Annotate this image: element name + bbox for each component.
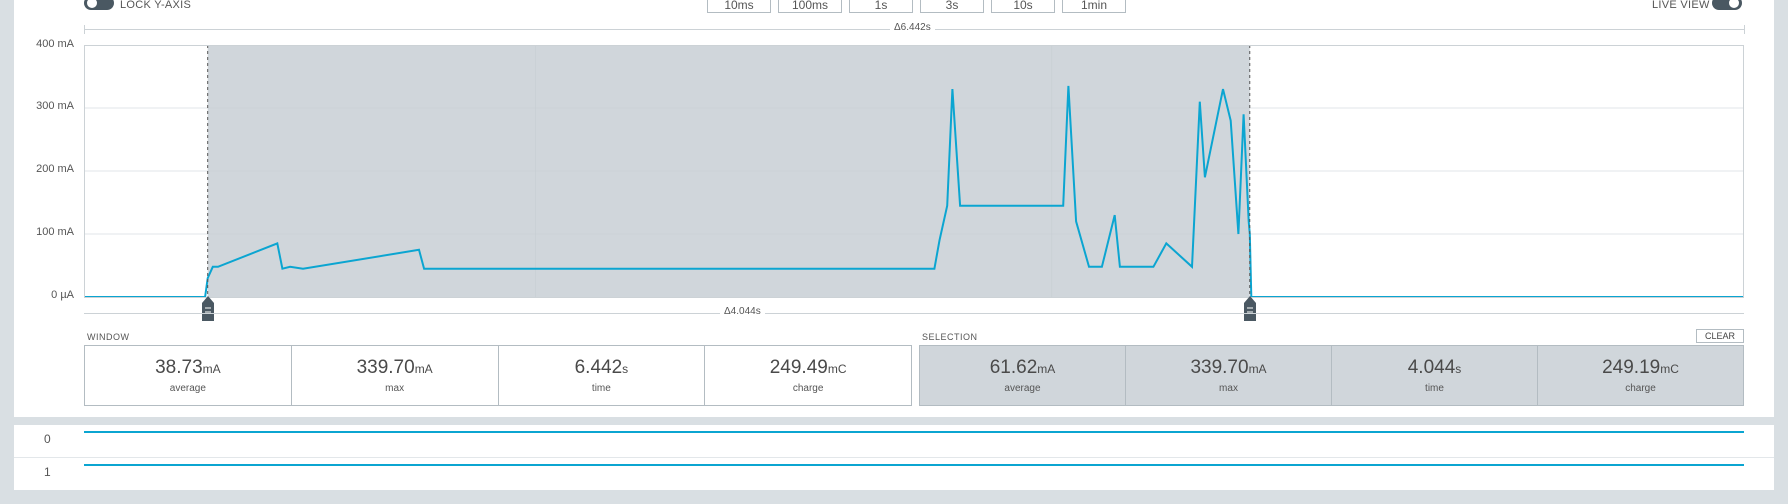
- window-stats: 38.73mA average 339.70mA max 6.442s time…: [84, 345, 912, 406]
- window-section-label: WINDOW: [87, 332, 130, 342]
- selection-charge-caption: charge: [1625, 383, 1656, 394]
- selection-average-unit: mA: [1037, 362, 1056, 376]
- digital-channel-divider: [14, 457, 1774, 458]
- y-tick-100: 100 mA: [36, 226, 74, 238]
- lock-y-axis-toggle[interactable]: [84, 0, 114, 10]
- lock-y-axis-label: LOCK Y-AXIS: [120, 0, 192, 11]
- window-button-1min[interactable]: 1min: [1062, 0, 1126, 13]
- selection-stats: 61.62mA average 339.70mA max 4.044s time…: [919, 345, 1744, 406]
- window-button-10s[interactable]: 10s: [991, 0, 1055, 13]
- y-tick-200: 200 mA: [36, 163, 74, 175]
- window-time-cell: 6.442s time: [499, 346, 706, 405]
- window-time-value: 6.442: [574, 357, 623, 378]
- y-tick-0: 0 µA: [51, 289, 74, 301]
- window-time-caption: time: [591, 383, 611, 394]
- window-max-cell: 339.70mA max: [292, 346, 499, 405]
- window-charge-unit: mC: [827, 362, 847, 376]
- window-charge-caption: charge: [792, 383, 824, 394]
- selection-max-caption: max: [1219, 383, 1238, 394]
- selection-charge-value: 249.19: [1602, 357, 1661, 378]
- window-button-1s[interactable]: 1s: [849, 0, 913, 13]
- window-button-10ms[interactable]: 10ms: [707, 0, 771, 13]
- selection-average-cell: 61.62mA average: [920, 346, 1126, 405]
- live-view-label: LIVE VIEW: [1652, 0, 1710, 11]
- window-charge-value: 249.49: [769, 357, 828, 378]
- selection-handle-left[interactable]: [201, 296, 215, 322]
- selection-average-caption: average: [1004, 383, 1041, 394]
- selection-charge-unit: mC: [1660, 362, 1679, 376]
- digital-channel-0-trace: [84, 431, 1744, 433]
- selection-handle-right[interactable]: [1243, 296, 1257, 322]
- window-delta-label: Δ6.442s: [890, 22, 935, 33]
- window-average-unit: mA: [202, 362, 221, 376]
- selection-section-label: SELECTION: [922, 332, 978, 342]
- window-button-3s[interactable]: 3s: [920, 0, 984, 13]
- window-average-value: 38.73: [155, 357, 203, 378]
- analog-panel: LOCK Y-AXIS 10ms 100ms 1s 3s 10s 1min LI…: [14, 0, 1774, 417]
- window-delta-tick-right: [1744, 25, 1745, 34]
- digital-channel-0-label: 0: [44, 432, 51, 446]
- window-max-caption: max: [385, 383, 405, 394]
- current-chart[interactable]: [84, 45, 1744, 305]
- live-view-toggle[interactable]: [1712, 0, 1742, 10]
- y-tick-300: 300 mA: [36, 100, 74, 112]
- selection-max-cell: 339.70mA max: [1126, 346, 1332, 405]
- digital-channels-panel: 0 1: [14, 425, 1774, 490]
- window-average-cell: 38.73mA average: [85, 346, 292, 405]
- selection-max-value: 339.70: [1190, 357, 1249, 378]
- window-charge-cell: 249.49mC charge: [705, 346, 911, 405]
- window-average-caption: average: [169, 383, 206, 394]
- selection-delta-label: Δ4.044s: [720, 306, 765, 317]
- digital-channel-1-trace: [84, 464, 1744, 466]
- selection-charge-cell: 249.19mC charge: [1538, 346, 1743, 405]
- window-max-value: 339.70: [356, 357, 415, 378]
- clear-selection-button[interactable]: CLEAR: [1696, 329, 1744, 343]
- selection-time-unit: s: [1455, 362, 1462, 376]
- selection-time-cell: 4.044s time: [1332, 346, 1538, 405]
- y-tick-400: 400 mA: [36, 38, 74, 50]
- window-time-unit: s: [622, 362, 629, 376]
- selection-time-caption: time: [1425, 383, 1444, 394]
- selection-max-unit: mA: [1248, 362, 1267, 376]
- selection-time-value: 4.044: [1407, 357, 1456, 378]
- window-button-100ms[interactable]: 100ms: [778, 0, 842, 13]
- window-delta-tick-left: [84, 25, 85, 34]
- window-max-unit: mA: [414, 362, 433, 376]
- selection-average-value: 61.62: [989, 357, 1038, 378]
- selection-delta-ruler: [84, 313, 1744, 314]
- digital-channel-1-label: 1: [44, 465, 51, 479]
